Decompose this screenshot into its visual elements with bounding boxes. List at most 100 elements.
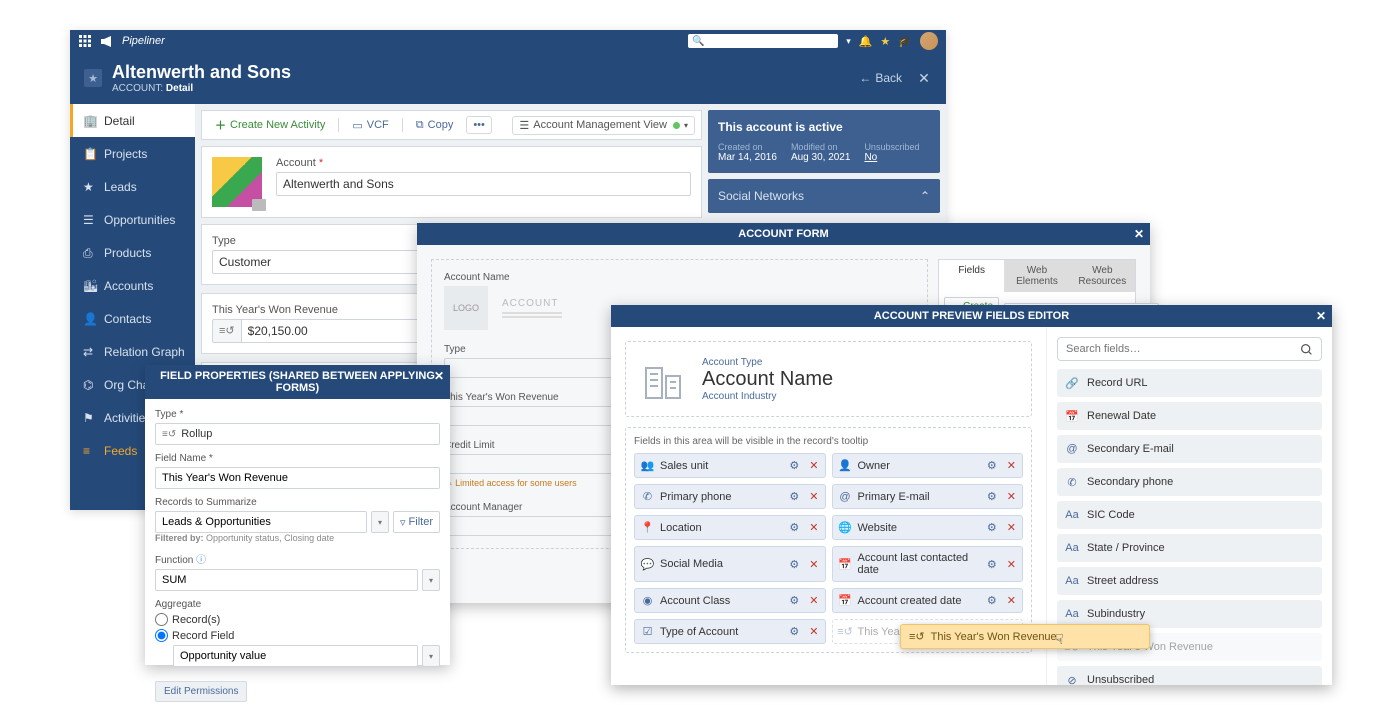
account-name-input[interactable] — [276, 172, 691, 196]
favorite-button[interactable]: ★ — [84, 69, 102, 87]
social-networks-toggle[interactable]: Social Networks ⌃ — [708, 179, 940, 213]
create-activity-button[interactable]: ＋Create New Activity — [208, 114, 332, 136]
close-preview-button[interactable]: ✕ — [1316, 309, 1326, 323]
tab-fields[interactable]: Fields — [939, 260, 1004, 292]
apps-icon[interactable] — [78, 34, 92, 48]
gear-icon[interactable]: ⚙ — [987, 594, 997, 607]
rollup-icon: ≡↺ — [909, 630, 925, 643]
chip-type-of-account[interactable]: ☑Type of Account⚙✕ — [634, 619, 826, 644]
chip-primary-email[interactable]: @Primary E-mail⚙✕ — [832, 484, 1024, 509]
products-icon: ⎙ — [83, 246, 96, 259]
chip-account-class[interactable]: ◉Account Class⚙✕ — [634, 588, 826, 613]
gear-icon[interactable]: ⚙ — [987, 490, 997, 503]
preview-hero: Account Type Account Name Account Indust… — [625, 341, 1032, 417]
remove-icon[interactable]: ✕ — [809, 558, 818, 571]
dropdown-icon[interactable]: ▾ — [846, 36, 851, 47]
copy-button[interactable]: ⧉Copy — [409, 116, 461, 135]
pool-record-url[interactable]: 🔗Record URL — [1057, 369, 1322, 397]
gear-icon[interactable]: ⚙ — [789, 594, 799, 607]
sidenav-item-relation-graph[interactable]: ⇄Relation Graph — [70, 335, 195, 368]
gear-icon[interactable]: ⚙ — [789, 521, 799, 534]
dragging-chip[interactable]: ≡↺ This Year's Won Revenue — [900, 624, 1150, 649]
info-icon[interactable]: ⓘ — [196, 555, 206, 566]
pool-sic-code[interactable]: AaSIC Code — [1057, 501, 1322, 529]
logo-placeholder[interactable]: LOGO — [444, 286, 488, 330]
sidenav-item-accounts[interactable]: 🏙Accounts — [70, 269, 195, 302]
chip-created-date[interactable]: 📅Account created date⚙✕ — [832, 588, 1024, 613]
pool-renewal-date[interactable]: 📅Renewal Date — [1057, 402, 1322, 430]
remove-icon[interactable]: ✕ — [809, 521, 818, 534]
remove-icon[interactable]: ✕ — [809, 594, 818, 607]
tab-web-resources[interactable]: Web Resources — [1070, 260, 1135, 292]
close-acctform-button[interactable]: ✕ — [1134, 227, 1144, 241]
overflow-button[interactable]: ••• — [466, 116, 492, 134]
gear-icon[interactable]: ⚙ — [789, 625, 799, 638]
building-icon: 🏢 — [83, 114, 96, 127]
page-title: Altenwerth and Sons — [112, 62, 291, 83]
gear-icon[interactable]: ⚙ — [987, 521, 997, 534]
calendar-icon: 📅 — [839, 558, 852, 571]
remove-icon[interactable]: ✕ — [809, 459, 818, 472]
remove-icon[interactable]: ✕ — [809, 625, 818, 638]
gear-icon[interactable]: ⚙ — [789, 490, 799, 503]
chip-sales-unit[interactable]: 👥Sales unit⚙✕ — [634, 453, 826, 478]
sidenav-item-opportunities[interactable]: ☰Opportunities — [70, 203, 195, 236]
sidenav-item-detail[interactable]: 🏢Detail — [70, 104, 195, 137]
pool-street[interactable]: AaStreet address — [1057, 567, 1322, 595]
vcf-button[interactable]: ▭VCF — [345, 116, 395, 135]
grad-icon[interactable]: 🎓 — [898, 35, 912, 48]
toolbar: ＋Create New Activity ▭VCF ⧉Copy ••• ☰Acc… — [201, 110, 702, 140]
view-select[interactable]: ☰Account Management View▾ — [512, 116, 695, 135]
remove-icon[interactable]: ✕ — [1007, 459, 1016, 472]
pool-secondary-phone[interactable]: ✆Secondary phone — [1057, 468, 1322, 496]
sidenav-item-leads[interactable]: ★Leads — [70, 170, 195, 203]
close-button[interactable]: ✕ — [916, 70, 932, 86]
tab-web-elements[interactable]: Web Elements — [1004, 260, 1069, 292]
avatar[interactable] — [920, 32, 938, 50]
star-icon[interactable]: ★ — [880, 35, 890, 48]
gear-icon[interactable]: ⚙ — [987, 459, 997, 472]
close-fprops-button[interactable]: ✕ — [434, 369, 444, 383]
filter-button[interactable]: ▿Filter — [393, 511, 440, 533]
chip-primary-phone[interactable]: ✆Primary phone⚙✕ — [634, 484, 826, 509]
pool-unsubscribed[interactable]: ⊘Unsubscribed — [1057, 666, 1322, 685]
field-name-input[interactable] — [155, 467, 440, 489]
remove-icon[interactable]: ✕ — [1007, 490, 1016, 503]
chip-last-contacted[interactable]: 📅Account last contacted date⚙✕ — [832, 546, 1024, 582]
agg-dropdown-button[interactable]: ▾ — [422, 645, 440, 667]
back-button[interactable]: ←Back — [859, 71, 902, 85]
sidenav-item-contacts[interactable]: 👤Contacts — [70, 302, 195, 335]
pool-secondary-email[interactable]: @Secondary E-mail — [1057, 435, 1322, 463]
remove-icon[interactable]: ✕ — [1007, 521, 1016, 534]
edit-permissions-button[interactable]: Edit Permissions — [155, 681, 247, 702]
field-search-input[interactable] — [1057, 337, 1322, 361]
records-select[interactable] — [155, 511, 367, 533]
topbar: Pipeliner 🔍 ▾ 🔔 ★ 🎓 — [70, 30, 946, 52]
remove-icon[interactable]: ✕ — [1007, 594, 1016, 607]
remove-icon[interactable]: ✕ — [809, 490, 818, 503]
pool-state[interactable]: AaState / Province — [1057, 534, 1322, 562]
calendar-icon: 📅 — [1065, 409, 1079, 423]
chip-location[interactable]: 📍Location⚙✕ — [634, 515, 826, 540]
sidenav-item-products[interactable]: ⎙Products — [70, 236, 195, 269]
filter-icon: ▿ — [400, 516, 406, 529]
chip-social-media[interactable]: 💬Social Media⚙✕ — [634, 546, 826, 582]
gear-icon[interactable]: ⚙ — [789, 558, 799, 571]
bell-icon[interactable]: 🔔 — [859, 35, 873, 48]
gear-icon[interactable]: ⚙ — [987, 558, 997, 571]
chip-website[interactable]: 🌐Website⚙✕ — [832, 515, 1024, 540]
gear-icon[interactable]: ⚙ — [789, 459, 799, 472]
text-icon: Aa — [1065, 574, 1079, 588]
account-logo[interactable] — [212, 157, 262, 207]
function-select[interactable] — [155, 569, 418, 591]
function-dropdown-button[interactable]: ▾ — [422, 569, 440, 591]
chip-owner[interactable]: 👤Owner⚙✕ — [832, 453, 1024, 478]
agg-records-radio[interactable]: Record(s) — [155, 613, 440, 626]
agg-field-select[interactable] — [173, 645, 418, 667]
sidenav-item-projects[interactable]: 📋Projects — [70, 137, 195, 170]
megaphone-icon[interactable] — [100, 34, 114, 48]
agg-recordfield-radio[interactable]: Record Field — [155, 629, 440, 642]
remove-icon[interactable]: ✕ — [1007, 558, 1016, 571]
global-search[interactable]: 🔍 — [688, 34, 838, 48]
records-dropdown-button[interactable]: ▾ — [371, 511, 389, 533]
